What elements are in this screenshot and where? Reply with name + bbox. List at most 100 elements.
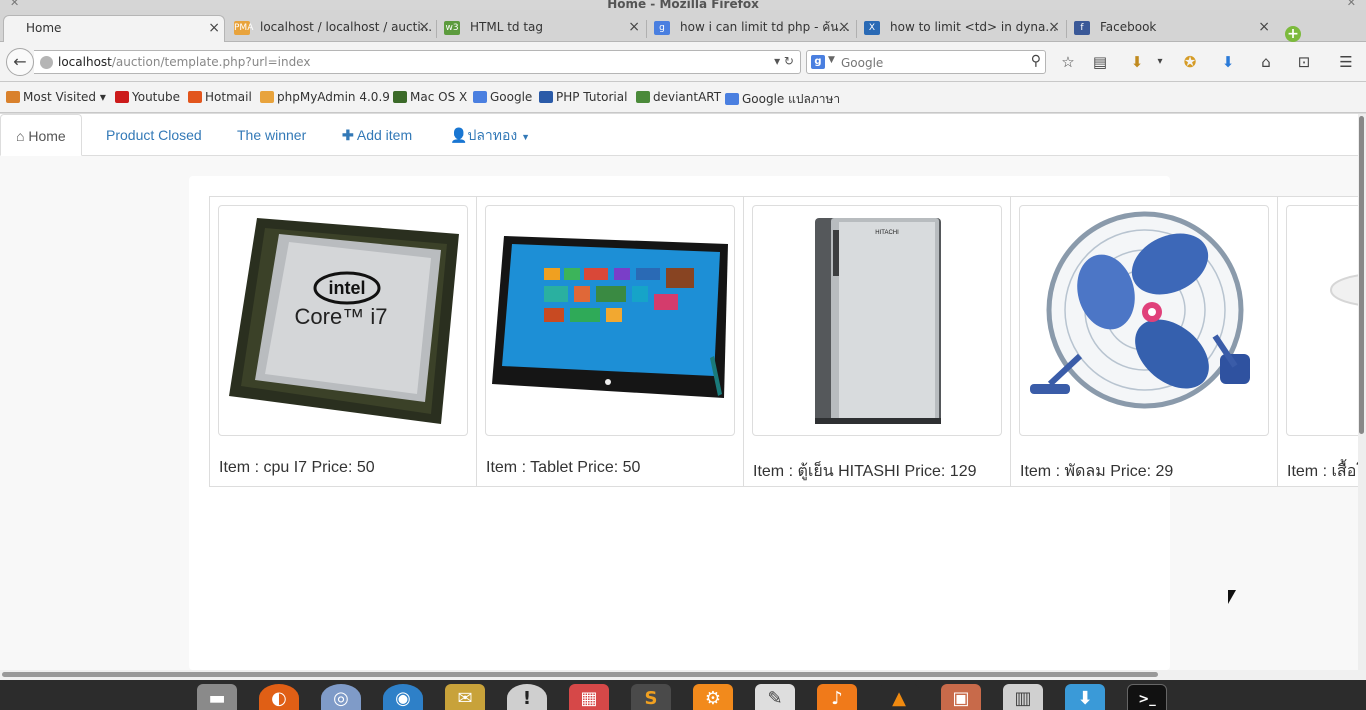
product-thumbnail[interactable]: [1286, 205, 1358, 436]
music-icon[interactable]: ♪: [817, 684, 857, 710]
product-thumbnail[interactable]: intel Core™ i7: [218, 205, 468, 436]
scrollbar-thumb[interactable]: [2, 672, 1158, 677]
mail-icon[interactable]: ✉: [445, 684, 485, 710]
mouse-cursor: [1228, 590, 1236, 604]
user-icon: 👤: [450, 127, 468, 143]
product-caption: Item : พัดลม Price: 29: [1020, 463, 1174, 480]
product-cell[interactable]: Item : เสื้อโ: [1278, 197, 1358, 486]
tab-facebook[interactable]: f Facebook ×: [1068, 15, 1274, 42]
photos-icon[interactable]: ▣: [941, 684, 981, 710]
back-button[interactable]: ←: [6, 48, 34, 76]
tablet-image: [492, 236, 728, 398]
tab-label: Facebook: [1100, 20, 1157, 34]
php-icon: [539, 91, 553, 103]
vertical-scrollbar[interactable]: [1358, 114, 1366, 670]
product-cell[interactable]: Item : พัดลม Price: 29: [1011, 197, 1278, 486]
search-engine-icon[interactable]: g: [811, 55, 825, 69]
nav-add-item[interactable]: ✚ Add item: [342, 114, 412, 156]
bookmark-phpmyadmin[interactable]: phpMyAdmin 4.0.9: [260, 90, 390, 104]
pma-icon: [260, 91, 274, 103]
product-thumbnail[interactable]: HITACHI: [752, 205, 1002, 436]
tab-close-icon[interactable]: ×: [208, 16, 220, 40]
tab-google-search[interactable]: g how i can limit td php - ค้น... ×: [648, 15, 854, 42]
firefox-icon[interactable]: ◐: [259, 684, 299, 710]
caret-down-icon: ▼: [521, 132, 531, 142]
nav-user-dropdown[interactable]: 👤ปลาทอง ▼: [450, 114, 530, 156]
deviantart-icon: [636, 91, 650, 103]
x-site-icon: X: [864, 21, 880, 35]
bookmark-deviantart[interactable]: deviantART: [636, 90, 721, 104]
product-cell[interactable]: intel Core™ i7 Item : cpu I7 Price: 50: [210, 197, 477, 486]
workspaces-icon[interactable]: ▥: [1003, 684, 1043, 710]
product-thumbnail[interactable]: [1019, 205, 1269, 436]
tab-close-icon[interactable]: ×: [1048, 15, 1060, 39]
bookmark-mac-os-x[interactable]: Mac OS X: [393, 90, 467, 104]
window-titlebar: ✕ Home - Mozilla Firefox ✕: [0, 0, 1366, 11]
product-cell[interactable]: Item : Tablet Price: 50: [477, 197, 744, 486]
sublime-icon[interactable]: S: [631, 684, 671, 710]
menu-icon[interactable]: ☰: [1336, 52, 1356, 72]
text-editor-icon[interactable]: ✎: [755, 684, 795, 710]
tab-limit-td[interactable]: X how to limit <td> in dyna... ×: [858, 15, 1064, 42]
product-cell[interactable]: HITACHI Item : ตู้เย็น HITASHI Price: 12…: [744, 197, 1011, 486]
chevron-down-icon[interactable]: ▾: [1150, 52, 1170, 72]
notify-icon[interactable]: !: [507, 684, 547, 710]
download-icon[interactable]: ⬇: [1218, 52, 1238, 72]
browser-icon[interactable]: ◉: [383, 684, 423, 710]
product-caption: Item : cpu I7 Price: 50: [219, 459, 375, 476]
site-navbar: ⌂ Home Product Closed The winner ✚ Add i…: [0, 114, 1358, 156]
chevron-down-icon[interactable]: ▼: [828, 55, 835, 65]
bookmark-hotmail[interactable]: Hotmail: [188, 90, 252, 104]
product-caption: Item : ตู้เย็น HITASHI Price: 129: [753, 463, 977, 480]
search-icon[interactable]: ⚲: [1031, 53, 1041, 69]
tab-html-td[interactable]: w3 HTML td tag ×: [438, 15, 644, 42]
tab-label: HTML td tag: [470, 20, 544, 34]
product-thumbnail[interactable]: [485, 205, 735, 436]
url-text[interactable]: localhost/auction/template.php?url=index: [58, 55, 310, 69]
bookmark-php-tutorial[interactable]: PHP Tutorial: [539, 90, 627, 104]
google-icon: [473, 91, 487, 103]
bookmark-google-translate[interactable]: Google แปลภาษา: [725, 90, 840, 109]
tab-home[interactable]: Home ×: [3, 15, 225, 42]
terminal-icon[interactable]: >_: [1127, 684, 1167, 710]
bookmark-most-visited[interactable]: Most Visited ▾: [6, 90, 106, 104]
download-helper-icon[interactable]: ⬇: [1127, 52, 1147, 72]
calendar-icon[interactable]: ▦: [569, 684, 609, 710]
bookmark-youtube[interactable]: Youtube: [115, 90, 180, 104]
settings-icon[interactable]: ⚙: [693, 684, 733, 710]
pocket-icon[interactable]: ⊡: [1294, 52, 1314, 72]
window-close-icon-right[interactable]: ✕: [1347, 0, 1356, 9]
vlc-icon[interactable]: ▲: [879, 684, 919, 710]
tab-close-icon[interactable]: ×: [838, 15, 850, 39]
horizontal-scrollbar[interactable]: [0, 670, 1366, 680]
svg-text:Core™ i7: Core™ i7: [295, 304, 388, 329]
nav-home[interactable]: ⌂ Home: [0, 114, 82, 156]
nav-the-winner[interactable]: The winner: [237, 114, 306, 156]
chromium-icon[interactable]: ◎: [321, 684, 361, 710]
tab-close-icon[interactable]: ×: [1258, 15, 1270, 39]
tab-label: Home: [26, 21, 62, 35]
bookmark-google[interactable]: Google: [473, 90, 532, 104]
tab-strip: Home × PMA localhost / localhost / aucti…: [0, 10, 1366, 42]
files-icon[interactable]: ▬: [197, 684, 237, 710]
star-icon[interactable]: ☆: [1058, 52, 1078, 72]
downloads-icon[interactable]: ⬇: [1065, 684, 1105, 710]
tab-close-icon[interactable]: ×: [418, 15, 430, 39]
search-input[interactable]: [841, 54, 1021, 71]
home-icon[interactable]: ⌂: [1256, 52, 1276, 72]
new-tab-icon[interactable]: +: [1285, 26, 1301, 42]
product-caption: Item : Tablet Price: 50: [486, 459, 641, 476]
scrollbar-thumb[interactable]: [1359, 116, 1364, 434]
url-bar[interactable]: localhost/auction/template.php?url=index…: [34, 50, 801, 74]
addon-icon[interactable]: ✪: [1180, 52, 1200, 72]
search-bar[interactable]: g ▼ ⚲: [806, 50, 1046, 74]
svg-text:HITACHI: HITACHI: [875, 230, 899, 236]
tab-close-icon[interactable]: ×: [628, 15, 640, 39]
hotmail-icon: [188, 91, 202, 103]
nav-product-closed[interactable]: Product Closed: [106, 114, 202, 156]
tab-separator: [856, 20, 857, 38]
tab-phpmyadmin[interactable]: PMA localhost / localhost / aucti... ×: [228, 15, 434, 42]
reload-icon[interactable]: ▾ ↻: [774, 54, 794, 68]
reading-list-icon[interactable]: ▤: [1090, 52, 1110, 72]
w3-icon: w3: [444, 21, 460, 35]
